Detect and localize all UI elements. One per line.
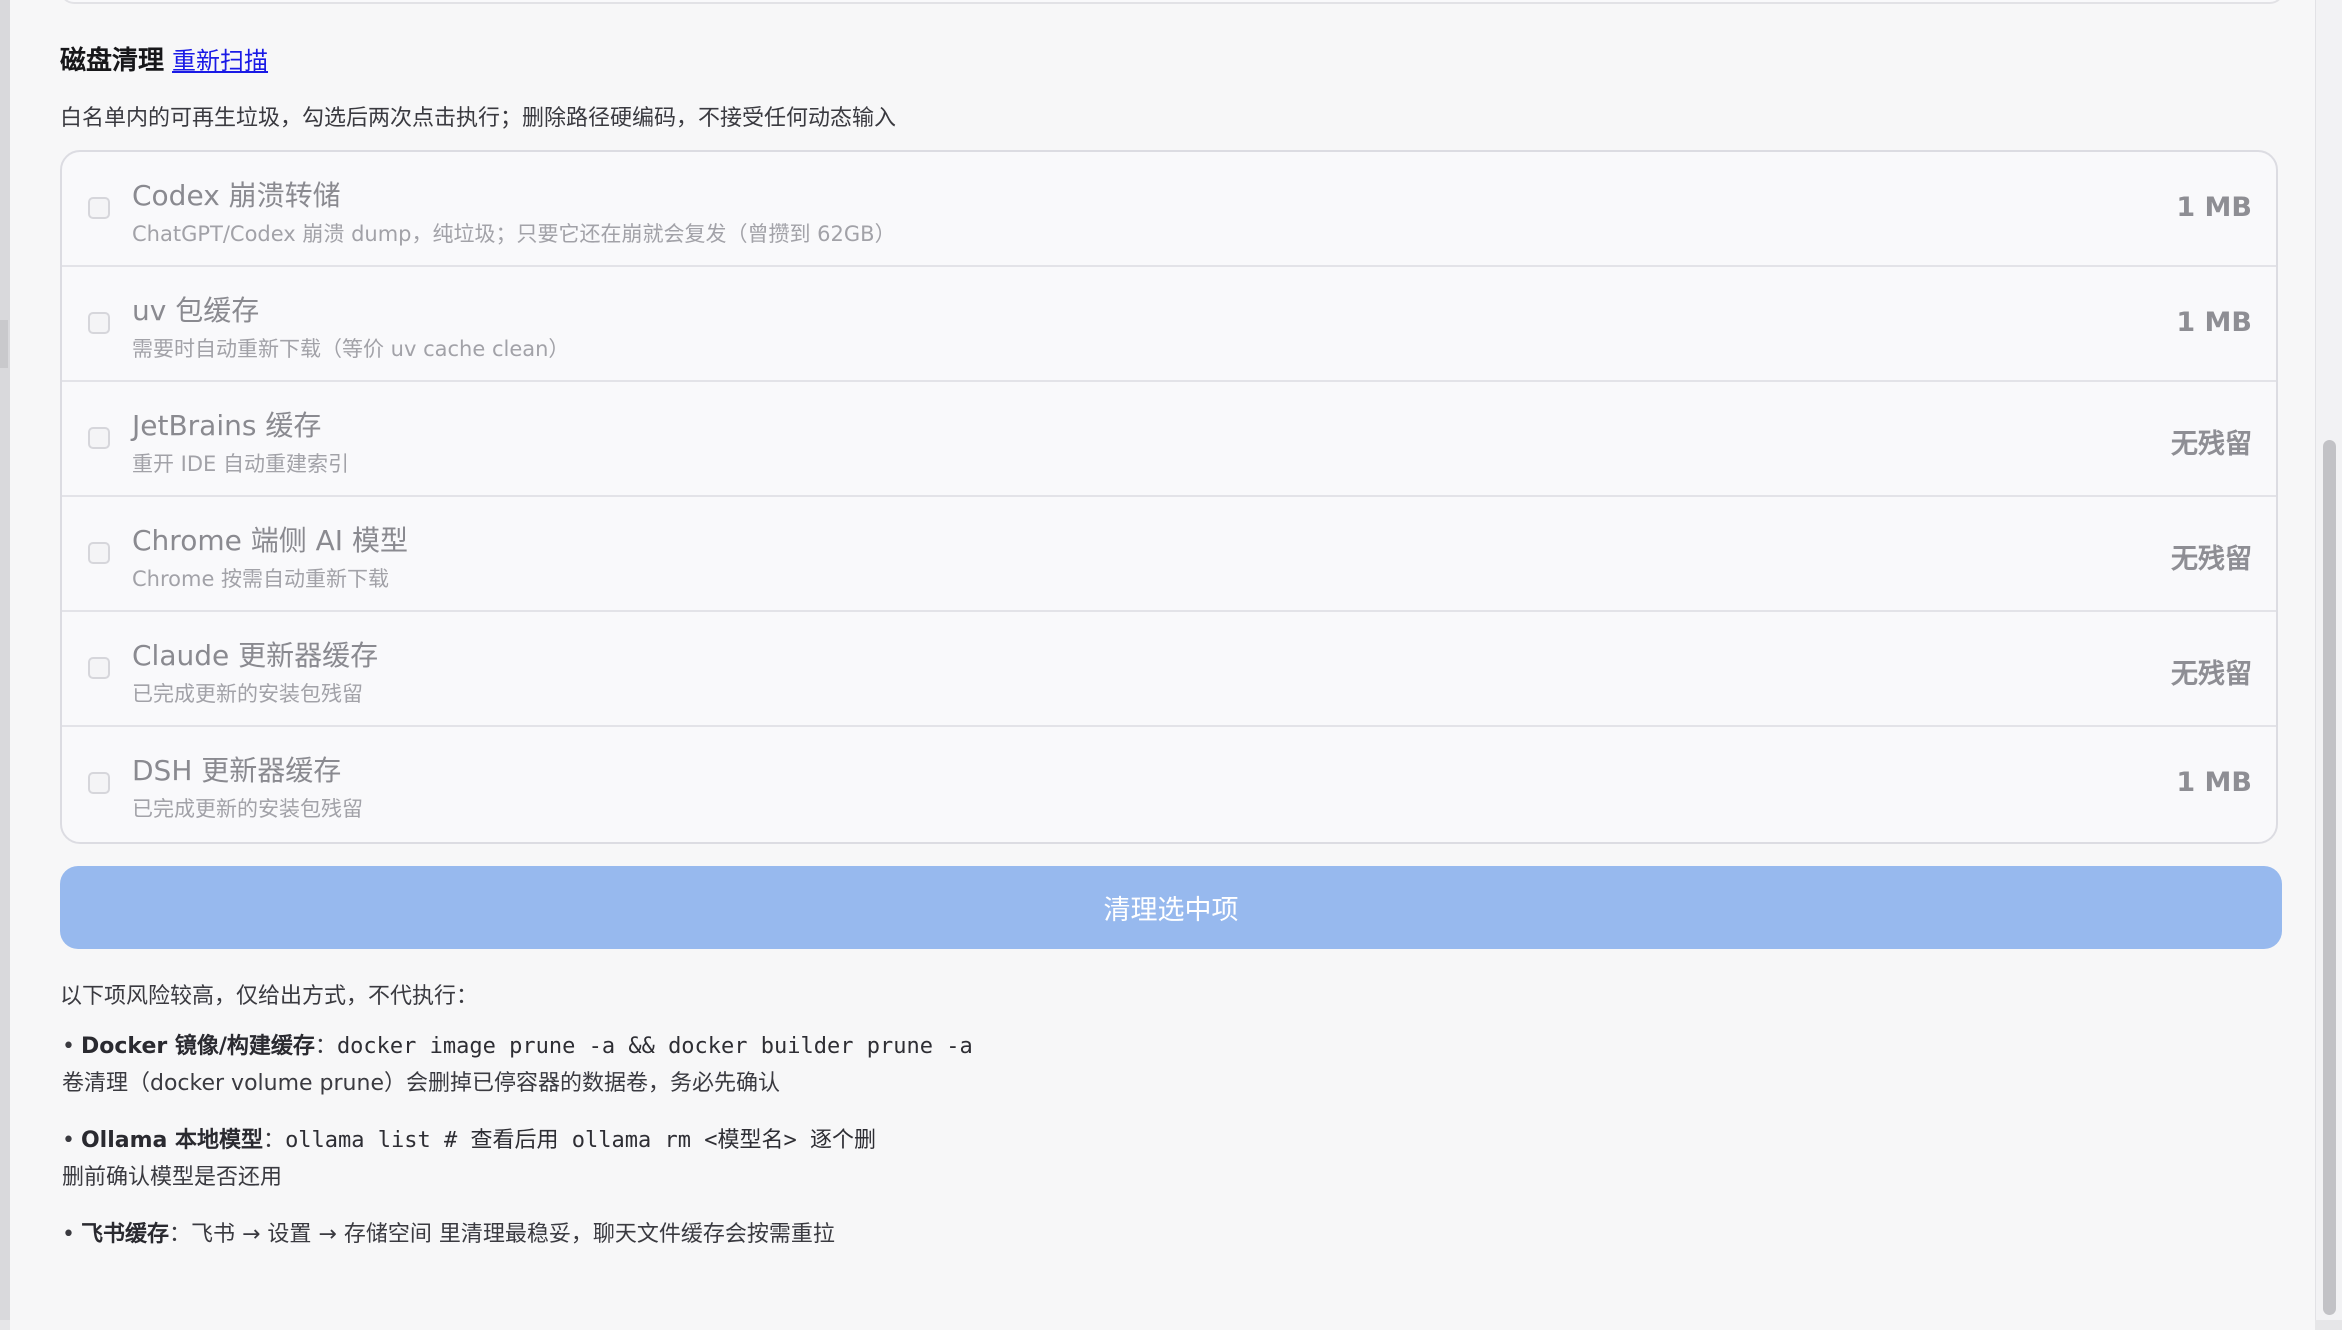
rescan-link[interactable]: 重新扫描 (172, 41, 268, 76)
item-title: uv 包缓存 (132, 294, 260, 327)
risk-item-name: Docker 镜像/构建缓存 (80, 1034, 315, 1059)
item-title: JetBrains 缓存 (132, 409, 322, 442)
item-checkbox[interactable] (88, 427, 110, 449)
separator: ： (314, 1034, 337, 1059)
ollama-rm-command: ollama rm <模型名> (571, 1128, 797, 1153)
item-description: 重开 IDE 自动重建索引 (132, 452, 349, 476)
separator: ： (263, 1128, 286, 1153)
item-description: 已完成更新的安装包残留 (132, 682, 363, 706)
cleanup-item-row[interactable]: uv 包缓存 需要时自动重新下载（等价 uv cache clean） 1 MB (62, 267, 2276, 382)
risk-item-text: 飞书 → 设置 → 存储空间 里清理最稳妥，聊天文件缓存会按需重拉 (191, 1222, 835, 1247)
risk-item-note: 卷清理（docker volume prune）会删掉已停容器的数据卷，务必先确… (62, 1071, 780, 1096)
section-description: 白名单内的可再生垃圾，勾选后两次点击执行；删除路径硬编码，不接受任何动态输入 (60, 106, 897, 131)
disk-cleanup-panel: 磁盘清理 重新扫描 白名单内的可再生垃圾，勾选后两次点击执行；删除路径硬编码，不… (10, 0, 2315, 1330)
item-description: 已完成更新的安装包残留 (132, 797, 363, 821)
item-checkbox[interactable] (88, 772, 110, 794)
item-checkbox[interactable] (88, 542, 110, 564)
cleanup-item-row[interactable]: Claude 更新器缓存 已完成更新的安装包残留 无残留 (62, 612, 2276, 727)
bullet: • (62, 1128, 75, 1153)
item-checkbox[interactable] (88, 657, 110, 679)
left-gutter (0, 0, 10, 1320)
section-header: 磁盘清理 重新扫描 (60, 40, 268, 80)
item-size: 1 MB (2176, 767, 2252, 798)
ollama-list-command: ollama list (285, 1128, 431, 1153)
risk-item-feishu: • 飞书缓存：飞书 → 设置 → 存储空间 里清理最稳妥，聊天文件缓存会按需重拉 (62, 1216, 835, 1253)
risk-item-note: 删前确认模型是否还用 (62, 1165, 283, 1190)
risk-item-name: Ollama 本地模型 (80, 1128, 264, 1153)
item-title: Chrome 端侧 AI 模型 (132, 524, 408, 557)
risk-item-ollama: • Ollama 本地模型：ollama list # 查看后用 ollama r… (62, 1122, 876, 1196)
item-size: 无残留 (2171, 429, 2252, 460)
cleanup-item-row[interactable]: DSH 更新器缓存 已完成更新的安装包残留 1 MB (62, 727, 2276, 842)
ollama-hint: # 查看后用 (430, 1128, 572, 1153)
section-title: 磁盘清理 (60, 46, 165, 76)
app-viewport: 磁盘清理 重新扫描 白名单内的可再生垃圾，勾选后两次点击执行；删除路径硬编码，不… (0, 0, 2342, 1330)
item-description: ChatGPT/Codex 崩溃 dump，纯垃圾；只要它还在崩就会复发（曾攒到… (132, 222, 896, 246)
cleanup-item-row[interactable]: JetBrains 缓存 重开 IDE 自动重建索引 无残留 (62, 382, 2276, 497)
risk-item-docker: • Docker 镜像/构建缓存：docker image prune -a &&… (62, 1028, 973, 1102)
scrollbar-thumb[interactable] (2323, 440, 2336, 1315)
previous-card-edge (60, 0, 2284, 4)
risk-intro: 以下项风险较高，仅给出方式，不代执行： (60, 984, 479, 1009)
cleanup-item-row[interactable]: Codex 崩溃转储 ChatGPT/Codex 崩溃 dump，纯垃圾；只要它… (62, 152, 2276, 267)
ollama-hint-tail: 逐个删 (796, 1128, 876, 1153)
item-description: Chrome 按需自动重新下载 (132, 567, 390, 591)
bullet: • (62, 1222, 75, 1247)
item-title: Claude 更新器缓存 (132, 639, 379, 672)
item-size: 1 MB (2176, 307, 2252, 338)
cleanup-item-row[interactable]: Chrome 端侧 AI 模型 Chrome 按需自动重新下载 无残留 (62, 497, 2276, 612)
item-size: 无残留 (2171, 544, 2252, 575)
item-size: 1 MB (2176, 192, 2252, 223)
vertical-scrollbar[interactable] (2315, 0, 2342, 1320)
item-checkbox[interactable] (88, 197, 110, 219)
bullet: • (62, 1034, 75, 1059)
item-size: 无残留 (2171, 659, 2252, 690)
item-description: 需要时自动重新下载（等价 uv cache clean） (132, 337, 570, 361)
separator: ： (169, 1222, 192, 1247)
item-title: Codex 崩溃转储 (132, 179, 341, 212)
item-title: DSH 更新器缓存 (132, 754, 342, 787)
risk-item-name: 飞书缓存 (80, 1222, 169, 1247)
cleanup-item-list: Codex 崩溃转储 ChatGPT/Codex 崩溃 dump，纯垃圾；只要它… (60, 150, 2278, 844)
sidebar-handle[interactable] (0, 320, 8, 368)
item-checkbox[interactable] (88, 312, 110, 334)
docker-command: docker image prune -a && docker builder … (336, 1034, 973, 1059)
clean-selected-button[interactable]: 清理选中项 (60, 866, 2282, 949)
